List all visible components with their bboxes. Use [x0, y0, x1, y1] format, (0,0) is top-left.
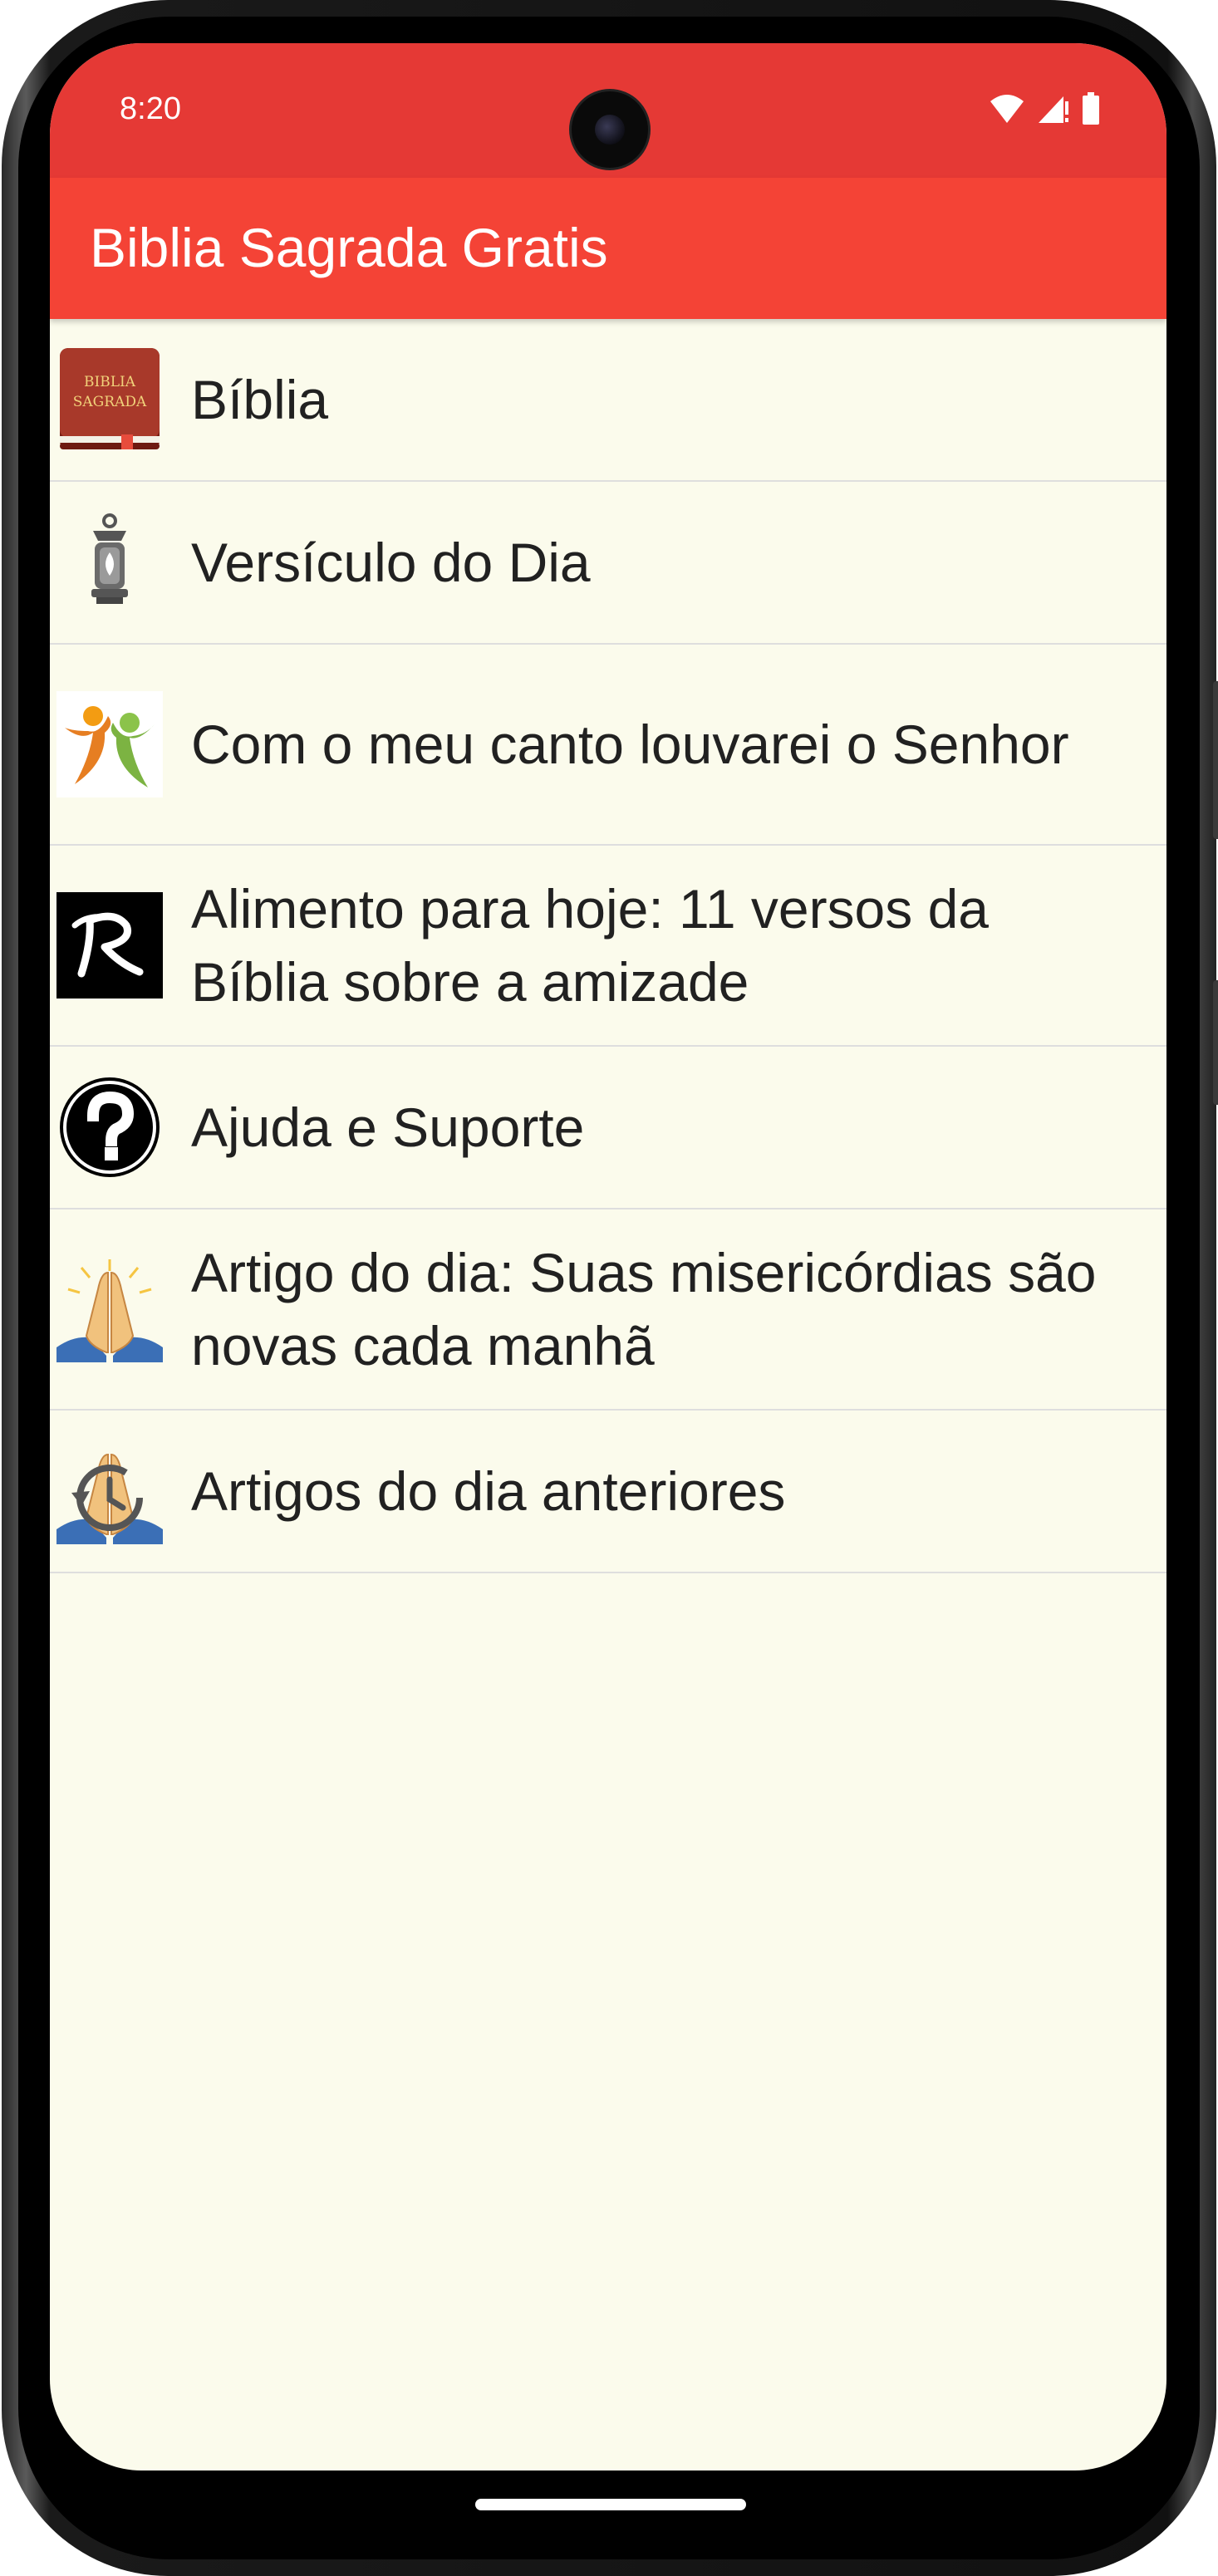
- menu-item-versiculo-do-dia[interactable]: Versículo do Dia: [50, 482, 1166, 645]
- screen: 8:20 Biblia Sagrada Gratis BIBLIA SAGRAD…: [50, 43, 1166, 2471]
- status-time: 8:20: [120, 91, 181, 126]
- app-title: Biblia Sagrada Gratis: [90, 217, 608, 278]
- volume-button: [1213, 681, 1218, 839]
- menu-item-label: Com o meu canto louvarei o Senhor: [191, 714, 1069, 775]
- r-logo-icon: [56, 892, 163, 999]
- menu-item-ajuda-e-suporte[interactable]: Ajuda e Suporte: [50, 1047, 1166, 1209]
- praying-hands-icon: [56, 1259, 163, 1362]
- menu-item-label: Bíblia: [191, 369, 329, 430]
- bible-icon-text: SAGRADA: [73, 394, 147, 410]
- menu-item-label: Artigo do dia: Suas misericórdias são no…: [191, 1242, 1097, 1376]
- lantern-icon: [91, 513, 128, 604]
- app-bar: Biblia Sagrada Gratis: [50, 178, 1166, 319]
- menu-item-label: Alimento para hoje: 11 versos da Bíblia …: [191, 878, 989, 1013]
- menu-item-com-o-meu-canto[interactable]: Com o meu canto louvarei o Senhor: [50, 645, 1166, 846]
- battery-icon: [1083, 92, 1099, 125]
- power-button: [1213, 980, 1218, 1105]
- menu-item-alimento-para-hoje[interactable]: Alimento para hoje: 11 versos da Bíblia …: [50, 846, 1166, 1047]
- home-indicator[interactable]: [475, 2499, 746, 2510]
- front-camera: [572, 91, 648, 168]
- menu-item-label: Versículo do Dia: [191, 532, 591, 593]
- menu-item-label: Artigos do dia anteriores: [191, 1460, 786, 1522]
- cell-signal-icon: [1039, 96, 1068, 123]
- bible-icon-text: BIBLIA: [84, 374, 136, 390]
- menu-item-artigos-anteriores[interactable]: Artigos do dia anteriores: [50, 1411, 1166, 1573]
- wifi-icon: [990, 95, 1024, 123]
- phone-frame: 8:20 Biblia Sagrada Gratis BIBLIA SAGRAD…: [2, 0, 1218, 2576]
- praying-hands-history-icon: [56, 1453, 163, 1544]
- help-question-icon: [60, 1077, 160, 1177]
- menu-item-biblia[interactable]: BIBLIA SAGRADA Bíblia: [50, 319, 1166, 482]
- menu-list: BIBLIA SAGRADA Bíblia Versículo do Dia C…: [50, 319, 1166, 1573]
- praise-figures-icon: [56, 691, 163, 797]
- menu-item-artigo-do-dia[interactable]: Artigo do dia: Suas misericórdias são no…: [50, 1209, 1166, 1411]
- menu-item-label: Ajuda e Suporte: [191, 1097, 585, 1158]
- status-icons: [989, 91, 1100, 126]
- bible-book-icon: BIBLIA SAGRADA: [60, 348, 160, 449]
